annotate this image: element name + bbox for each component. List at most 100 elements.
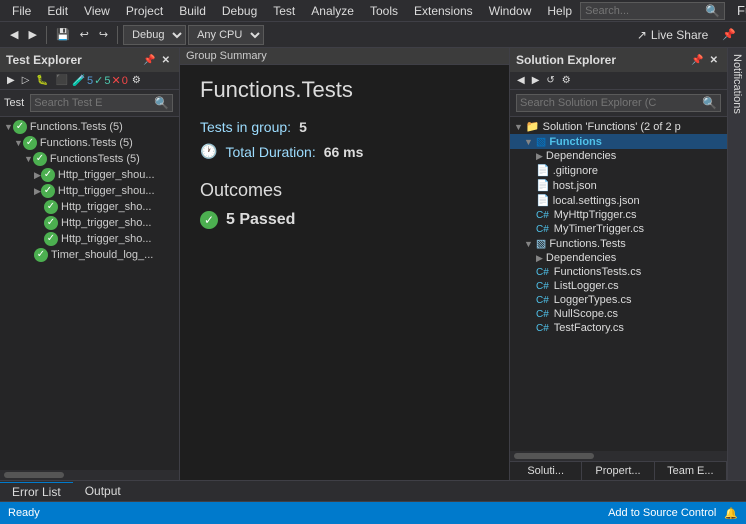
menu-test[interactable]: Test xyxy=(265,2,303,20)
sol-back-button[interactable]: ◀ xyxy=(514,74,528,87)
arrow-icon: ▼ xyxy=(24,154,33,164)
menu-edit[interactable]: Edit xyxy=(39,2,76,20)
debug-dropdown[interactable]: Debug xyxy=(123,25,186,45)
sol-item-listlogger[interactable]: C# ListLogger.cs xyxy=(510,279,727,293)
cs-icon: C# xyxy=(536,281,549,292)
test-item-label: Http_trigger_shou... xyxy=(58,169,155,181)
test-tree-item-4[interactable]: ▶ ✓ Http_trigger_shou... xyxy=(0,183,179,199)
menu-search-box: 🔍 xyxy=(580,2,725,20)
pin-button[interactable]: 📌 xyxy=(718,24,740,46)
sol-refresh-button[interactable]: ↺ xyxy=(543,74,557,87)
debug-test-button[interactable]: 🐛 xyxy=(33,74,51,87)
cs-icon: C# xyxy=(536,224,549,235)
back-button[interactable]: ◀ xyxy=(6,24,22,46)
menu-window[interactable]: Window xyxy=(481,2,540,20)
test-tree-item-2[interactable]: ▼ ✓ FunctionsTests (5) xyxy=(0,151,179,167)
test-tree-item-3[interactable]: ▶ ✓ Http_trigger_shou... xyxy=(0,167,179,183)
sol-item-label: Dependencies xyxy=(546,252,616,264)
menu-extensions[interactable]: Extensions xyxy=(406,2,481,20)
solution-explorer-title: Solution Explorer xyxy=(516,53,688,67)
sol-pin-button[interactable]: 📌 xyxy=(688,55,706,66)
test-tree-item-5[interactable]: ✓ Http_trigger_sho... xyxy=(0,199,179,215)
status-bar: Ready Add to Source Control 🔔 xyxy=(0,502,746,524)
forward-button[interactable]: ▶ xyxy=(24,24,40,46)
pass-icon: ✓ xyxy=(34,248,48,262)
live-share-icon: ↗ xyxy=(637,28,647,42)
run-selected-button[interactable]: ▷ xyxy=(19,74,33,87)
test-scrollbar-h[interactable] xyxy=(0,470,179,480)
test-explorer-pin[interactable]: 📌 xyxy=(140,55,158,66)
sol-item-label: Functions xyxy=(549,136,602,148)
test-explorer-title: Test Explorer xyxy=(6,53,140,67)
test-search-input[interactable] xyxy=(34,97,154,109)
sol-search-input[interactable] xyxy=(520,97,702,109)
menu-search-input[interactable] xyxy=(585,5,705,17)
sol-scrollbar-h[interactable] xyxy=(510,451,727,461)
outcomes-title: Outcomes xyxy=(200,180,489,201)
stop-test-button[interactable]: ⬛ xyxy=(53,74,71,87)
pass-icon: ✓ xyxy=(44,216,58,230)
menu-view[interactable]: View xyxy=(76,2,118,20)
test-tree-item-7[interactable]: ✓ Http_trigger_sho... xyxy=(0,231,179,247)
solution-explorer-panel: Solution Explorer 📌 ✕ ◀ ▶ ↺ ⚙ 🔍 ▼ xyxy=(509,48,727,480)
sol-item-nullscope[interactable]: C# NullScope.cs xyxy=(510,307,727,321)
tab-error-list[interactable]: Error List xyxy=(0,482,73,501)
sol-item-label: 📄 .gitignore xyxy=(536,164,598,177)
menu-tools[interactable]: Tools xyxy=(362,2,406,20)
sol-item-gitignore[interactable]: 📄 .gitignore xyxy=(510,163,727,178)
run-all-button[interactable]: ▶ xyxy=(4,74,18,87)
test-count-badge-blue: 🧪 5 xyxy=(72,74,93,87)
sol-item-localsettings[interactable]: 📄 local.settings.json xyxy=(510,193,727,208)
sol-item-functions-tests[interactable]: ▼ ▧ Functions.Tests xyxy=(510,236,727,251)
notifications-tab[interactable]: Notifications xyxy=(727,48,746,480)
sol-settings-button[interactable]: ⚙ xyxy=(559,74,574,87)
sol-search-box: 🔍 xyxy=(516,94,721,112)
menu-debug[interactable]: Debug xyxy=(214,2,265,20)
test-explorer-panel: Test Explorer 📌 ✕ ▶ ▷ 🐛 ⬛ 🧪 5 ✓ 5 ✕ 0 ⚙ … xyxy=(0,48,180,480)
sol-item-label: ListLogger.cs xyxy=(554,280,619,292)
cs-icon: C# xyxy=(536,309,549,320)
save-button[interactable]: 💾 xyxy=(52,24,74,46)
undo-button[interactable]: ↩ xyxy=(76,24,93,46)
sol-item-mytimertrigger[interactable]: C# MyTimerTrigger.cs xyxy=(510,222,727,236)
sol-item-functions[interactable]: ▼ ▧ Functions xyxy=(510,134,727,149)
sol-close-button[interactable]: ✕ xyxy=(707,55,721,66)
menu-project[interactable]: Project xyxy=(118,2,171,20)
test-item-label: Functions.Tests (5) xyxy=(30,121,123,133)
sol-item-label: Dependencies xyxy=(546,150,616,162)
test-tree-item-0[interactable]: ▼ ✓ Functions.Tests (5) xyxy=(0,119,179,135)
menu-help[interactable]: Help xyxy=(539,2,580,20)
sol-item-tests-deps[interactable]: ▶ Dependencies xyxy=(510,251,727,265)
sol-tab-solution[interactable]: Soluti... xyxy=(510,462,582,480)
sol-item-deps[interactable]: ▶ Dependencies xyxy=(510,149,727,163)
tab-output[interactable]: Output xyxy=(73,482,133,500)
add-to-source-label[interactable]: Add to Source Control xyxy=(608,507,716,519)
sol-tab-team[interactable]: Team E... xyxy=(655,462,727,480)
test-item-label: Timer_should_log_... xyxy=(51,249,153,261)
sol-arrow-icon: ▼ xyxy=(514,122,523,132)
filter-button[interactable]: ⚙ xyxy=(129,74,144,87)
menu-build[interactable]: Build xyxy=(171,2,214,20)
sol-item-label: LoggerTypes.cs xyxy=(554,294,632,306)
test-tree-item-8[interactable]: ✓ Timer_should_log_... xyxy=(0,247,179,263)
test-tree-item-1[interactable]: ▼ ✓ Functions.Tests (5) xyxy=(0,135,179,151)
test-item-label: Functions.Tests (5) xyxy=(40,137,133,149)
test-tree-item-6[interactable]: ✓ Http_trigger_sho... xyxy=(0,215,179,231)
sol-item-myhttptrigger[interactable]: C# MyHttpTrigger.cs xyxy=(510,208,727,222)
menu-file[interactable]: File xyxy=(4,2,39,20)
sol-item-functionstests-cs[interactable]: C# FunctionsTests.cs xyxy=(510,265,727,279)
redo-button[interactable]: ↪ xyxy=(95,24,112,46)
sol-forward-button[interactable]: ▶ xyxy=(529,74,543,87)
sol-tab-properties[interactable]: Propert... xyxy=(582,462,654,480)
sol-item-host[interactable]: 📄 host.json xyxy=(510,178,727,193)
sol-solution-root[interactable]: ▼ 📁 Solution 'Functions' (2 of 2 p xyxy=(510,119,727,134)
test-explorer-close[interactable]: ✕ xyxy=(159,55,173,66)
sol-item-testfactory[interactable]: C# TestFactory.cs xyxy=(510,321,727,335)
tests-in-group-row: Tests in group: 5 xyxy=(200,119,489,135)
notification-icon[interactable]: 🔔 xyxy=(724,507,738,520)
cpu-dropdown[interactable]: Any CPU xyxy=(188,25,264,45)
menu-analyze[interactable]: Analyze xyxy=(303,2,362,20)
sol-item-loggertypes[interactable]: C# LoggerTypes.cs xyxy=(510,293,727,307)
solution-label: Solution 'Functions' (2 of 2 p xyxy=(543,121,681,133)
live-share-button[interactable]: ↗ Live Share xyxy=(629,26,716,44)
